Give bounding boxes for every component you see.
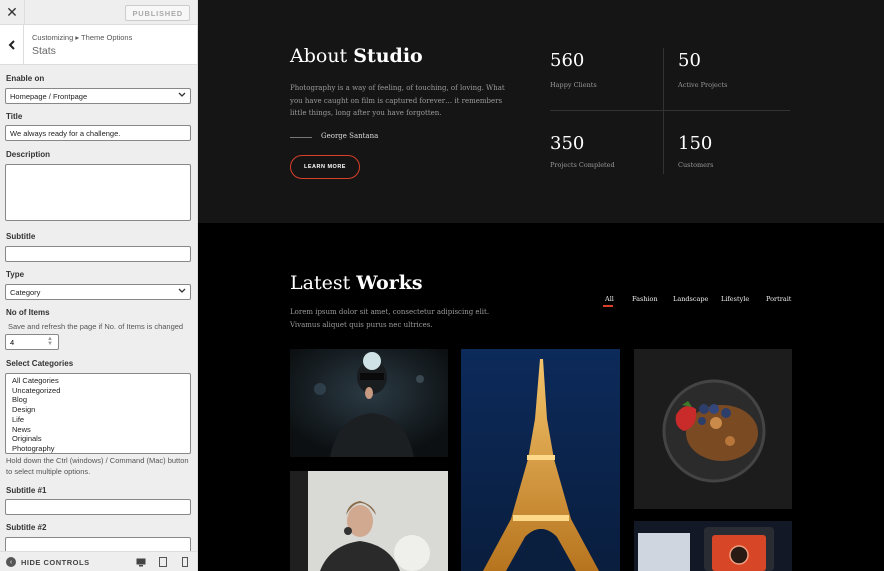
subtitle-label: Subtitle (6, 232, 36, 241)
section-title: Stats (32, 45, 56, 57)
category-option[interactable]: Life (12, 415, 184, 425)
about-section: About Studio Photography is a way of fee… (198, 0, 884, 223)
no-items-help: Save and refresh the page if No. of Item… (8, 322, 184, 331)
signature-name: George Santana (321, 132, 379, 140)
category-option[interactable]: All Categories (12, 376, 184, 386)
enable-on-label: Enable on (6, 74, 45, 83)
customizer-topbar: ✕ PUBLISHED (0, 0, 197, 25)
portfolio-photo-masked-person[interactable] (290, 349, 448, 457)
stat-number: 150 (678, 133, 713, 154)
active-filter-indicator (603, 305, 613, 307)
category-option[interactable]: Photography (12, 444, 184, 453)
enable-on-value: Homepage / Frontpage (10, 91, 88, 101)
portfolio-photo-woman-portrait[interactable] (290, 471, 448, 571)
subtitle1-label: Subtitle #1 (6, 486, 47, 495)
stats-divider (663, 48, 664, 174)
title-label: Title (6, 112, 23, 121)
category-option[interactable]: Originals (12, 434, 184, 444)
chevron-down-icon (178, 92, 186, 100)
hide-controls-icon[interactable]: ‹ (6, 557, 16, 567)
portfolio-photo-camera[interactable] (634, 521, 792, 571)
stat-number: 50 (678, 50, 701, 71)
select-categories-label: Select Categories (6, 359, 74, 368)
portfolio-photo-fruit-bowl[interactable] (634, 349, 792, 509)
enable-on-select[interactable]: Homepage / Frontpage (5, 88, 191, 104)
type-value: Category (10, 287, 41, 297)
stat-label: Happy Clients (550, 81, 597, 89)
filter-portrait[interactable]: Portrait (766, 295, 791, 303)
stat-label: Customers (678, 161, 714, 169)
works-title: Latest Works (290, 272, 423, 294)
works-text: Lorem ipsum dolor sit amet, consectetur … (290, 308, 490, 329)
description-label: Description (6, 150, 51, 159)
stat-number: 350 (550, 133, 585, 154)
type-label: Type (6, 270, 25, 279)
no-items-label: No of Items (6, 308, 50, 317)
signature-line (290, 137, 312, 138)
hide-controls-button[interactable]: HIDE CONTROLS (21, 558, 90, 567)
about-text: Photography is a way of feeling, of touc… (290, 84, 505, 117)
stat-label: Projects Completed (550, 161, 615, 169)
learn-more-button[interactable]: LEARN MORE (290, 155, 360, 179)
categories-multiselect[interactable]: All Categories Uncategorized Blog Design… (5, 373, 191, 454)
category-option[interactable]: Design (12, 405, 184, 415)
breadcrumb: Customizing ▸ Theme Options (32, 33, 133, 42)
customizer-footer: ‹ HIDE CONTROLS (0, 551, 197, 571)
mobile-icon[interactable] (180, 557, 190, 567)
title-input[interactable]: We always ready for a challenge. (5, 125, 191, 141)
filter-all[interactable]: All (605, 295, 614, 303)
category-option[interactable]: Blog (12, 395, 184, 405)
close-icon[interactable]: ✕ (0, 0, 25, 25)
stats-divider (550, 110, 790, 111)
about-title: About Studio (290, 45, 423, 67)
filter-landscape[interactable]: Landscape (673, 295, 708, 303)
site-preview: About Studio Photography is a way of fee… (198, 0, 884, 571)
description-textarea[interactable] (5, 164, 191, 221)
spinner-arrows-icon[interactable]: ▲ ▼ (47, 336, 53, 347)
category-option[interactable]: Uncategorized (12, 386, 184, 396)
subtitle1-input[interactable] (5, 499, 191, 515)
stat-number: 560 (550, 50, 585, 71)
tablet-icon[interactable] (158, 557, 168, 567)
subtitle2-label: Subtitle #2 (6, 523, 47, 532)
type-select[interactable]: Category (5, 284, 191, 300)
category-option[interactable]: News (12, 425, 184, 435)
categories-help: Hold down the Ctrl (windows) / Command (… (6, 456, 189, 476)
chevron-down-icon (178, 288, 186, 296)
published-button[interactable]: PUBLISHED (125, 5, 190, 21)
portfolio-photo-eiffel-tower[interactable] (461, 349, 620, 571)
desktop-icon[interactable] (136, 557, 146, 567)
back-icon[interactable] (0, 25, 24, 65)
section-header: Customizing ▸ Theme Options Stats (0, 25, 197, 65)
customizer-panel: ✕ PUBLISHED Customizing ▸ Theme Options … (0, 0, 198, 571)
filter-fashion[interactable]: Fashion (632, 295, 658, 303)
filter-lifestyle[interactable]: Lifestyle (721, 295, 749, 303)
no-items-value: 4 (10, 337, 15, 347)
no-items-stepper[interactable]: 4 ▲ ▼ (5, 334, 59, 350)
stat-label: Active Projects (678, 81, 728, 89)
subtitle-input[interactable] (5, 246, 191, 262)
